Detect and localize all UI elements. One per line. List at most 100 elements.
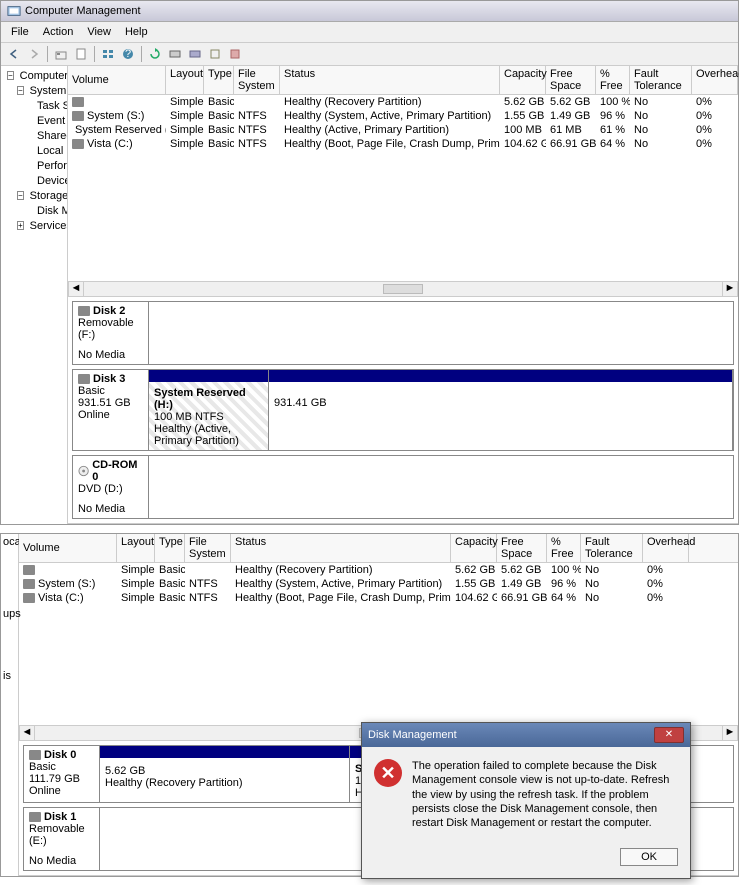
ok-button[interactable]: OK	[620, 848, 678, 866]
col-pctfree[interactable]: % Free	[596, 66, 630, 94]
col-capacity[interactable]: Capacity	[451, 534, 497, 562]
tree-task-scheduler[interactable]: Task Scheduler	[3, 98, 65, 113]
tree-event-viewer[interactable]: Event Viewer	[3, 113, 65, 128]
col-status[interactable]: Status	[231, 534, 451, 562]
horizontal-scrollbar[interactable]: ◄►	[68, 281, 738, 297]
tree-storage[interactable]: −Storage	[3, 188, 65, 203]
menu-help[interactable]: Help	[119, 24, 154, 40]
tree-root[interactable]: −Computer Management (Local	[3, 68, 65, 83]
volume-row[interactable]: System (S:)SimpleBasicNTFSHealthy (Syste…	[19, 577, 738, 591]
dialog-title-bar[interactable]: Disk Management ✕	[362, 723, 690, 747]
tree-performance[interactable]: Performance	[3, 158, 65, 173]
menu-action[interactable]: Action	[37, 24, 80, 40]
partition-system-reserved[interactable]: System Reserved (H:) 100 MB NTFS Healthy…	[149, 370, 269, 450]
tool-button-1[interactable]	[166, 45, 184, 63]
col-layout[interactable]: Layout	[117, 534, 155, 562]
disk-management-second-window: ocal ups is Volume Layout Type File Syst…	[0, 533, 739, 877]
tree-local-users[interactable]: Local Users and Groups	[3, 143, 65, 158]
app-icon	[7, 4, 21, 18]
volume-row[interactable]: Vista (C:)SimpleBasicNTFSHealthy (Boot, …	[19, 591, 738, 605]
error-dialog: Disk Management ✕ ✕ The operation failed…	[361, 722, 691, 879]
toolbar: ?	[1, 43, 738, 66]
collapse-icon[interactable]: −	[17, 86, 24, 95]
disk-label: Disk 1 Removable (E:) No Media	[24, 808, 100, 870]
col-type[interactable]: Type	[155, 534, 185, 562]
expand-icon[interactable]: +	[17, 221, 24, 230]
col-freespace[interactable]: Free Space	[497, 534, 547, 562]
volume-list[interactable]: Volume Layout Type File System Status Ca…	[68, 66, 738, 151]
col-status[interactable]: Status	[280, 66, 500, 94]
cdrom-0-block[interactable]: CD-ROM 0 DVD (D:) No Media	[72, 455, 734, 519]
partition-unallocated[interactable]: 931.41 GB	[269, 370, 733, 450]
scroll-right-icon[interactable]: ►	[722, 282, 738, 296]
back-button[interactable]	[5, 45, 23, 63]
dialog-message: The operation failed to complete because…	[412, 759, 678, 830]
volume-row[interactable]: System Reserved (H:)SimpleBasicNTFSHealt…	[68, 123, 738, 137]
volume-name: Vista (C:)	[38, 592, 84, 604]
tool-button-3[interactable]	[206, 45, 224, 63]
collapse-icon[interactable]: −	[17, 191, 24, 200]
volume-name: Vista (C:)	[87, 138, 133, 150]
menu-file[interactable]: File	[5, 24, 35, 40]
nav-tree[interactable]: −Computer Management (Local −System Tool…	[1, 66, 68, 524]
volume-row[interactable]: SimpleBasicHealthy (Recovery Partition)5…	[19, 563, 738, 577]
col-filesystem[interactable]: File System	[185, 534, 231, 562]
error-icon: ✕	[374, 759, 402, 787]
tree-disk-management[interactable]: Disk Management	[3, 203, 65, 218]
volume-row[interactable]: SimpleBasicHealthy (Recovery Partition)5…	[68, 95, 738, 109]
scroll-left-icon[interactable]: ◄	[19, 726, 35, 740]
svg-text:?: ?	[125, 48, 131, 60]
forward-button[interactable]	[25, 45, 43, 63]
col-fault[interactable]: Fault Tolerance	[581, 534, 643, 562]
close-button[interactable]: ✕	[654, 727, 684, 743]
col-overhead[interactable]: Overhead	[692, 66, 738, 94]
volume-icon	[72, 111, 84, 121]
col-freespace[interactable]: Free Space	[546, 66, 596, 94]
basic-disk-icon	[29, 750, 41, 760]
volume-icon	[72, 139, 84, 149]
tool-button-4[interactable]	[226, 45, 244, 63]
volume-row[interactable]: System (S:)SimpleBasicNTFSHealthy (Syste…	[68, 109, 738, 123]
col-volume[interactable]: Volume	[68, 66, 166, 94]
scroll-right-icon[interactable]: ►	[722, 726, 738, 740]
tree-system-tools[interactable]: −System Tools	[3, 83, 65, 98]
tree-device-manager[interactable]: Device Manager	[3, 173, 65, 188]
menu-view[interactable]: View	[81, 24, 117, 40]
scroll-thumb[interactable]	[383, 284, 423, 294]
col-volume[interactable]: Volume	[19, 534, 117, 562]
properties-button[interactable]	[72, 45, 90, 63]
col-overhead[interactable]: Overhead	[643, 534, 689, 562]
volume-icon	[23, 565, 35, 575]
tree-shared-folders[interactable]: Shared Folders	[3, 128, 65, 143]
col-filesystem[interactable]: File System	[234, 66, 280, 94]
disk-3-block[interactable]: Disk 3 Basic 931.51 GB Online System Res…	[72, 369, 734, 451]
tree-services-apps[interactable]: +Services and Applications	[3, 218, 65, 233]
view-button[interactable]	[99, 45, 117, 63]
collapse-icon[interactable]: −	[7, 71, 14, 80]
up-button[interactable]	[52, 45, 70, 63]
volume-header[interactable]: Volume Layout Type File System Status Ca…	[19, 534, 738, 563]
refresh-button[interactable]	[146, 45, 164, 63]
volume-list[interactable]: Volume Layout Type File System Status Ca…	[19, 534, 738, 605]
col-layout[interactable]: Layout	[166, 66, 204, 94]
volume-header[interactable]: Volume Layout Type File System Status Ca…	[68, 66, 738, 95]
help-button[interactable]: ?	[119, 45, 137, 63]
scroll-left-icon[interactable]: ◄	[68, 282, 84, 296]
col-fault[interactable]: Fault Tolerance	[630, 66, 692, 94]
col-type[interactable]: Type	[204, 66, 234, 94]
col-pctfree[interactable]: % Free	[547, 534, 581, 562]
dialog-title: Disk Management	[368, 729, 457, 741]
computer-management-window: Computer Management File Action View Hel…	[0, 0, 739, 525]
tool-button-2[interactable]	[186, 45, 204, 63]
window-title: Computer Management	[25, 5, 141, 17]
disk-empty	[149, 456, 733, 518]
partition-recovery[interactable]: 5.62 GB Healthy (Recovery Partition)	[100, 746, 350, 802]
volume-row[interactable]: Vista (C:)SimpleBasicNTFSHealthy (Boot, …	[68, 137, 738, 151]
disk-2-block[interactable]: Disk 2 Removable (F:) No Media	[72, 301, 734, 365]
title-bar[interactable]: Computer Management	[1, 1, 738, 22]
disk-label: Disk 3 Basic 931.51 GB Online	[73, 370, 149, 450]
col-capacity[interactable]: Capacity	[500, 66, 546, 94]
removable-icon	[78, 306, 90, 316]
volume-icon	[72, 97, 84, 107]
disk-label: Disk 0 Basic 111.79 GB Online	[24, 746, 100, 802]
